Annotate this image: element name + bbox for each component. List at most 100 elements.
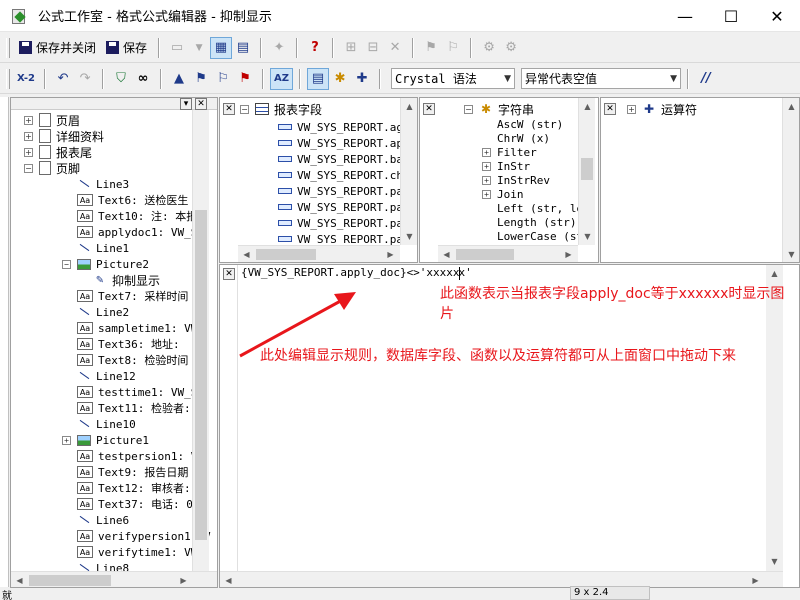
formula-text[interactable]: {VW_SYS_REPORT.apply_doc}<>'xxxxxx' (241, 266, 472, 280)
field-item[interactable]: VW_SYS_REPORT.ch (278, 167, 403, 183)
next-bookmark-button[interactable]: ⚑ (190, 68, 212, 90)
scroll-thumb[interactable] (581, 158, 593, 180)
settings-button[interactable]: ⚙ (478, 37, 500, 59)
prev-formula-button[interactable]: ⚑ (420, 37, 442, 59)
scroll-thumb[interactable] (256, 249, 316, 260)
save-button[interactable]: 保存 (101, 37, 152, 59)
next-formula-button[interactable]: ⚐ (442, 37, 464, 59)
tree-item[interactable]: ✎ 抑制显示 (93, 272, 160, 288)
functions-vertical-scrollbar[interactable]: ▲ ▼ (578, 98, 595, 245)
new-dropdown-button[interactable]: ▼ (188, 37, 210, 59)
scroll-left-icon[interactable]: ◀ (220, 572, 237, 587)
expand-icon[interactable]: + (24, 131, 33, 141)
toolbar-grip[interactable] (6, 68, 10, 89)
prev-bookmark-button[interactable]: ⚐ (212, 68, 234, 90)
tree-item[interactable]: Line2 (77, 304, 129, 320)
scroll-right-icon[interactable]: ▶ (382, 246, 399, 262)
tree-item[interactable]: Aa Text37: 电话: 0 (77, 496, 193, 512)
functions-root[interactable]: − ✱ 字符串 (464, 101, 534, 117)
collapse-icon[interactable]: − (24, 163, 33, 173)
close-icon[interactable]: ✕ (223, 103, 235, 115)
field-item[interactable]: VW_SYS_REPORT.ag (278, 119, 403, 135)
tree-item[interactable]: − 页脚 (24, 160, 80, 176)
settings2-button[interactable]: ⚙ (500, 37, 522, 59)
expand-icon[interactable]: + (482, 147, 491, 157)
tree-item[interactable]: Aa sampletime1: VW (77, 320, 197, 336)
collapse-icon[interactable]: − (240, 104, 249, 114)
expert-button[interactable]: ✦ (268, 37, 290, 59)
check-syntax-button[interactable]: X-2 (14, 68, 38, 90)
tree-item[interactable]: + 报表尾 (24, 144, 92, 160)
close-icon[interactable]: ✕ (223, 268, 235, 280)
sort-tree-button[interactable]: AZ (270, 67, 294, 90)
tree-item[interactable]: Aa verifytime1: VW (77, 544, 197, 560)
show-functions-button[interactable]: ✱ (329, 68, 351, 90)
scroll-left-icon[interactable]: ◀ (11, 572, 28, 587)
minimize-button[interactable]: — (662, 0, 708, 32)
tree-item[interactable]: Aa Text6: 送检医生 (77, 192, 188, 208)
expand-icon[interactable]: + (62, 435, 71, 445)
toolbar-grip[interactable] (6, 37, 10, 58)
scroll-up-icon[interactable]: ▲ (766, 265, 783, 282)
field-item[interactable]: VW_SYS_REPORT.ba (278, 151, 403, 167)
tree-item[interactable]: Aa Text36: 地址: (77, 336, 180, 352)
scroll-left-icon[interactable]: ◀ (438, 246, 455, 262)
new-formula-button[interactable]: ▭ (166, 37, 188, 59)
fields-vertical-scrollbar[interactable]: ▲ ▼ (400, 98, 417, 245)
scroll-down-icon[interactable]: ▼ (401, 228, 417, 245)
tree-item[interactable]: Aa Text8: 检验时间 (77, 352, 188, 368)
browse-data-button[interactable]: ⛉ (110, 68, 132, 90)
show-fields-button[interactable]: ▤ (307, 67, 330, 90)
syntax-combo[interactable]: Crystal 语法 ▼ (391, 68, 516, 89)
browse-button[interactable]: ⊞ (340, 37, 362, 59)
scroll-up-icon[interactable]: ▲ (783, 98, 799, 115)
expand-icon[interactable]: + (627, 104, 636, 114)
tree-item[interactable]: Aa Text9: 报告日期 (77, 464, 188, 480)
scroll-left-icon[interactable]: ◀ (238, 246, 255, 262)
tree-item[interactable]: Aa testpersion1: VW (77, 448, 204, 464)
tree-item[interactable]: Aa Text7: 采样时间 (77, 288, 188, 304)
collapse-icon[interactable]: − (62, 259, 71, 269)
tree-item[interactable]: Aa verifypersion1: V (77, 528, 211, 544)
rename-button[interactable]: ⊟ (362, 37, 384, 59)
save-close-button[interactable]: 保存并关闭 (14, 37, 101, 59)
tree-item[interactable]: Aa Text11: 检验者: (77, 400, 191, 416)
tree-item[interactable]: − Picture2 (62, 256, 149, 272)
editor-horizontal-scrollbar[interactable]: ◀ ▶ (220, 571, 783, 587)
toggle-tree-button[interactable]: ▦ (210, 36, 233, 59)
tree-item[interactable]: + 详细资料 (24, 128, 104, 144)
tree-item[interactable]: + Picture1 (62, 432, 149, 448)
tree-item[interactable]: Line12 (77, 368, 136, 384)
fields-root[interactable]: − 报表字段 (240, 101, 322, 117)
close-icon[interactable]: ✕ (423, 103, 435, 115)
tree-horizontal-scrollbar[interactable]: ◀ ▶ (11, 571, 217, 587)
scroll-down-icon[interactable]: ▼ (579, 228, 596, 245)
delete-button[interactable]: ✕ (384, 37, 406, 59)
help-button[interactable]: ? (304, 37, 326, 59)
scroll-up-icon[interactable]: ▲ (401, 98, 417, 115)
scroll-thumb[interactable] (456, 249, 514, 260)
tree-item[interactable]: Line3 (77, 176, 129, 192)
clear-bookmarks-button[interactable]: ⚑ (234, 68, 256, 90)
scroll-up-icon[interactable]: ▲ (579, 98, 596, 115)
tree-item[interactable]: Aa testtime1: VW_S (77, 384, 197, 400)
tree-item[interactable]: + 页眉 (24, 112, 80, 128)
tree-item[interactable]: Aa Text12: 审核者: (77, 480, 191, 496)
show-operators-button[interactable]: ✚ (351, 68, 373, 90)
expand-icon[interactable]: + (482, 189, 491, 199)
functions-horizontal-scrollbar[interactable]: ◀ ▶ (438, 245, 578, 262)
close-icon[interactable]: ✕ (604, 103, 616, 115)
function-item[interactable]: LowerCase (st (497, 228, 583, 244)
expand-icon[interactable]: + (482, 175, 491, 185)
toggle-bookmark-button[interactable]: ▲ (168, 68, 190, 90)
tree-vertical-scrollbar[interactable] (192, 110, 209, 571)
scroll-right-icon[interactable]: ▶ (175, 572, 192, 587)
expand-icon[interactable]: + (482, 161, 491, 171)
redo-button[interactable]: ↷ (74, 68, 96, 90)
close-button[interactable]: ✕ (754, 0, 800, 32)
tree-item[interactable]: Line6 (77, 512, 129, 528)
tree-item[interactable]: Line1 (77, 240, 129, 256)
operators-root[interactable]: + ✚ 运算符 (627, 101, 697, 117)
scroll-down-icon[interactable]: ▼ (783, 246, 799, 262)
maximize-button[interactable]: ☐ (708, 0, 754, 32)
